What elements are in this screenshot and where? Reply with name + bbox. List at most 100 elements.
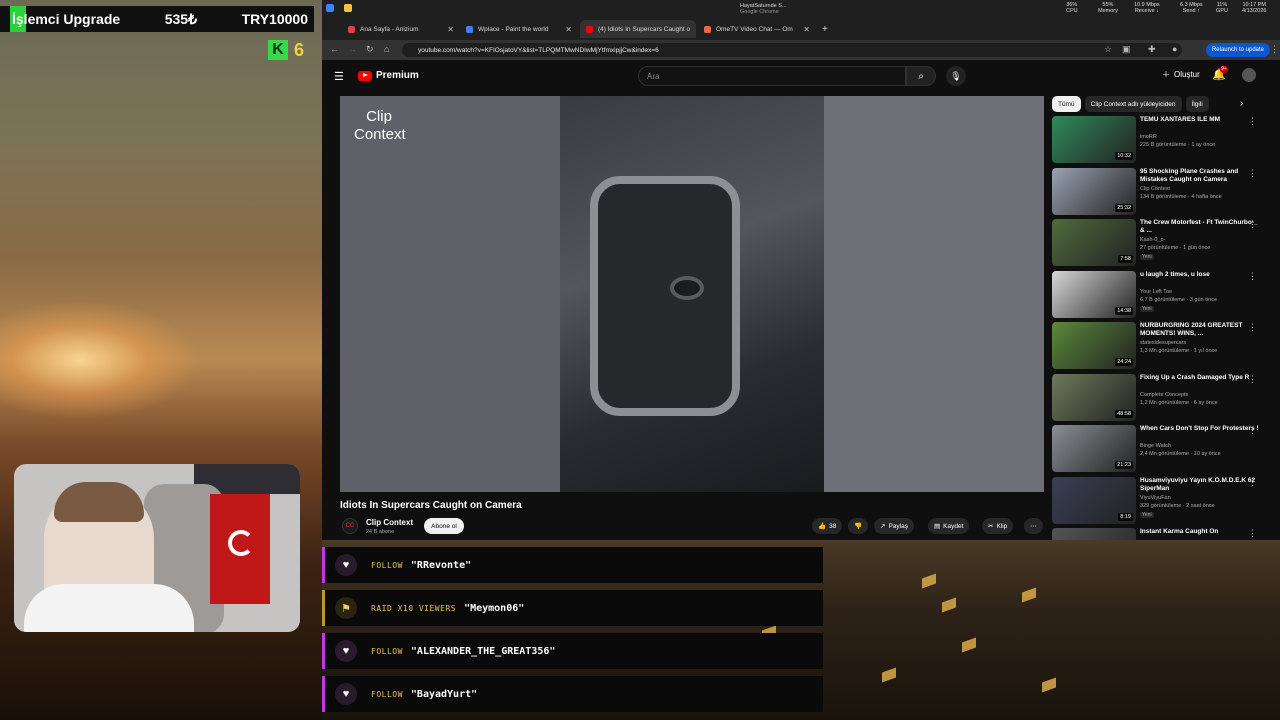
extensions-puzzle-icon[interactable]: ✚ [1148,44,1156,55]
recommendation-channel[interactable]: Binge Watch [1140,443,1171,449]
video-thumbnail[interactable] [1052,528,1136,540]
close-tab-icon[interactable]: ✕ [695,25,696,34]
recommendation-channel[interactable]: Clip Context [1140,186,1170,192]
video-player[interactable]: Clip Context [340,96,1044,492]
youtube-premium-logo[interactable]: Premium [358,70,419,81]
system-notification[interactable]: HayatSaturnde S... Google Chrome [740,3,830,15]
relaunch-update-button[interactable]: Relaunch to update [1206,43,1270,57]
address-bar[interactable]: youtube.com/watch?v=KFIOsjatoVY&list=TLP… [402,43,1182,57]
recommendation-item[interactable]: Instant Karma Caught On ⋮ [1052,528,1274,540]
more-options-icon[interactable]: ⋮ [1248,374,1257,385]
hamburger-menu-icon[interactable]: ☰ [334,70,344,83]
like-button[interactable]: 👍 38 [812,518,843,534]
recommendation-item[interactable]: 10:32 TEMU XANTARES İLE MM imoRR 225 B görü… [1052,116,1274,164]
account-avatar[interactable] [1242,68,1256,82]
tab-youtube-active[interactable]: (4) Idiots In Supercars Caught o ✕ [580,20,696,38]
folder-icon[interactable] [344,4,352,12]
more-options-icon[interactable]: ⋮ [1248,116,1257,127]
tab-wplace[interactable]: Wplace - Paint the world ✕ [460,20,578,38]
recommendation-item[interactable]: 7:58 The Crew Motorfest - Ft TwinChurbo-_… [1052,219,1274,267]
more-icon: ⋯ [1030,523,1037,530]
recommendation-channel[interactable]: statesidesupercars [1140,340,1186,346]
recommendation-title[interactable]: The Crew Motorfest - Ft TwinChurbo-_ & .… [1140,219,1260,235]
search-button[interactable]: ⌕ [906,66,936,86]
bookmark-star-icon[interactable]: ☆ [1104,44,1112,55]
recommendation-meta: 27 görüntüleme · 1 gün önce [1140,245,1211,251]
more-actions-button[interactable]: ⋯ [1024,518,1043,534]
video-duration: 21:23 [1115,461,1133,469]
recommendation-channel[interactable]: Complete Concepts [1140,392,1188,398]
memory-meter: 55% Memory [1098,2,1118,14]
share-button[interactable]: ↗ Paylaş [874,518,914,534]
recommendation-title[interactable]: Husamviyuviyu Yayın K.Ö.M.D.E.K 62 Siper… [1140,477,1260,493]
subscribe-button[interactable]: Abone ol [424,518,464,534]
more-options-icon[interactable]: ⋮ [1248,168,1257,179]
recommendation-channel[interactable]: ViyuViyuFan [1140,495,1171,501]
reload-icon[interactable]: ↻ [366,44,374,55]
thumbs-down-icon: 👎 [854,523,863,530]
forward-arrow-icon[interactable]: → [348,44,357,54]
search-input[interactable]: Ara [638,66,906,86]
new-tab-button[interactable]: + [816,20,832,38]
recommendation-channel[interactable]: Kash-0_o- [1140,237,1165,243]
browser-menu-icon[interactable]: ⋮ [1270,44,1279,55]
recommendation-item[interactable]: 14:38 u laugh 2 times, u lose Your Left To… [1052,270,1274,319]
profile-icon[interactable]: ● [1172,44,1177,54]
alert-username: "ALEXANDER_THE_GREAT356" [410,645,556,657]
more-options-icon[interactable]: ⋮ [1248,271,1257,282]
follow-alert: ♥ FOLLOW "RRevonte" [322,547,823,583]
chip-related[interactable]: İlgili [1185,96,1209,112]
channel-avatar[interactable]: CC [342,518,358,534]
video-thumbnail[interactable]: 48:58 [1052,373,1136,421]
video-duration: 7:58 [1118,255,1133,263]
recommendation-title[interactable]: u laugh 2 times, u lose [1140,271,1260,279]
voice-search-button[interactable]: 🎙 [946,66,966,86]
recommendation-item[interactable]: 8:19 Husamviyuviyu Yayın K.Ö.M.D.E.K 62 S… [1052,476,1274,525]
close-tab-icon[interactable]: ✕ [447,25,454,34]
recommendation-item[interactable]: 25:32 95 Shocking Plane Crashes and Mista… [1052,167,1274,216]
more-options-icon[interactable]: ⋮ [1248,425,1257,436]
extension-icon[interactable]: ▣ [1122,44,1131,55]
video-thumbnail[interactable]: 14:38 [1052,270,1136,318]
recommendation-title[interactable]: Instant Karma Caught On [1140,528,1260,536]
recommendation-title[interactable]: TEMU XANTARES İLE MM [1140,116,1260,124]
chevron-right-icon[interactable]: › [1240,98,1243,109]
recommendation-channel[interactable]: imoRR [1140,134,1157,140]
recommendation-channel[interactable]: Your Left Toe [1140,289,1172,295]
youtube-favicon-icon [586,25,593,33]
recommendation-title[interactable]: NÜRBURGRING 2024 GREATEST MOMENTS! WINS,… [1140,322,1260,338]
video-thumbnail[interactable]: 8:19 [1052,476,1136,524]
video-thumbnail[interactable]: 25:32 [1052,167,1136,215]
dislike-button[interactable]: 👎 [848,518,869,534]
video-thumbnail[interactable]: 10:32 [1052,116,1136,163]
home-icon[interactable]: ⌂ [384,44,389,54]
more-options-icon[interactable]: ⋮ [1248,477,1257,488]
close-tab-icon[interactable]: ✕ [803,25,810,34]
recommendation-item[interactable]: 24:24 NÜRBURGRING 2024 GREATEST MOMENTS! … [1052,322,1274,370]
clip-button[interactable]: ✂ Klip [982,518,1014,534]
save-icon: ▤ [934,523,941,530]
create-button[interactable]: ＋ Oluştur [1162,69,1200,80]
recommendation-title[interactable]: 95 Shocking Plane Crashes and Mistakes C… [1140,168,1260,184]
save-button[interactable]: ▤ Kaydet [928,518,970,534]
recommendation-item[interactable]: 21:23 When Cars Don't Stop For Protesters… [1052,425,1274,473]
more-options-icon[interactable]: ⋮ [1248,528,1257,539]
video-thumbnail[interactable]: 24:24 [1052,322,1136,369]
close-tab-icon[interactable]: ✕ [565,25,572,34]
recommendation-title[interactable]: Fixing Up a Crash Damaged Type R [1140,374,1260,382]
alert-username: "Meymon06" [464,602,525,614]
new-badge: Yeni [1140,305,1154,312]
back-arrow-icon[interactable]: ← [330,44,339,54]
chip-uploader[interactable]: Clip Context adlı yükleyiciden [1084,96,1182,112]
recommendation-item[interactable]: 48:58 Fixing Up a Crash Damaged Type R Com… [1052,373,1274,422]
tab-ometv[interactable]: OmeTV Video Chat — Om ✕ [698,20,816,38]
video-thumbnail[interactable]: 7:58 [1052,219,1136,266]
more-options-icon[interactable]: ⋮ [1248,322,1257,333]
chip-all[interactable]: Tümü [1052,96,1081,112]
tab-anizium[interactable]: Ana Sayfa - Anizium ✕ [342,20,460,38]
more-options-icon[interactable]: ⋮ [1248,219,1257,230]
video-thumbnail[interactable]: 21:23 [1052,425,1136,472]
alert-type: FOLLOW [371,560,403,570]
channel-name[interactable]: Clip Context [366,518,413,527]
recommendation-title[interactable]: When Cars Don't Stop For Protesters ! [1140,425,1260,433]
